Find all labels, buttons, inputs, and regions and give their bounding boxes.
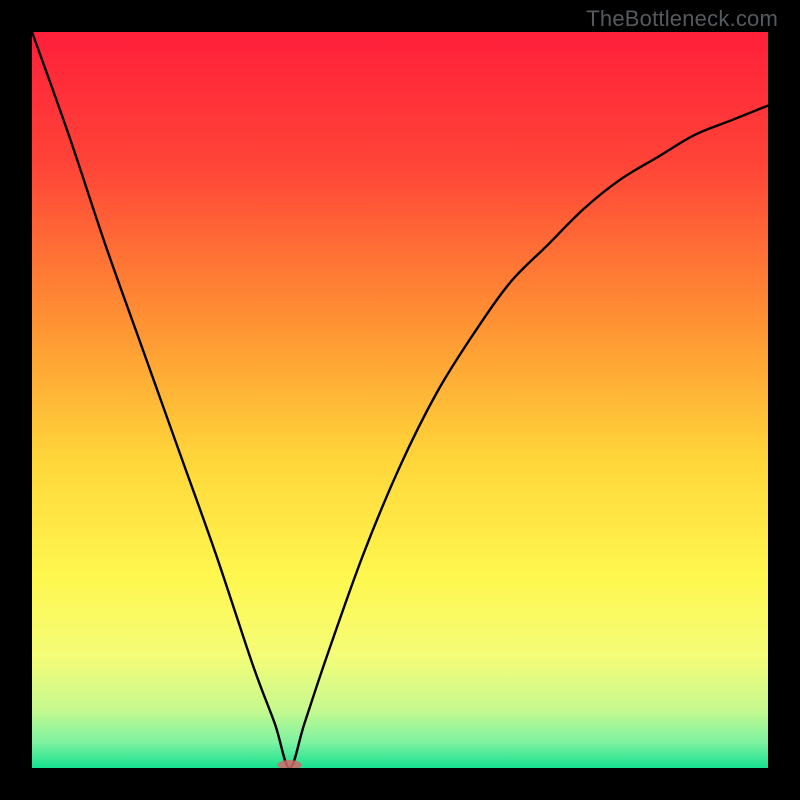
plot-frame bbox=[32, 32, 768, 768]
bottleneck-chart bbox=[32, 32, 768, 768]
gradient-background bbox=[32, 32, 768, 768]
watermark-text: TheBottleneck.com bbox=[586, 6, 778, 32]
